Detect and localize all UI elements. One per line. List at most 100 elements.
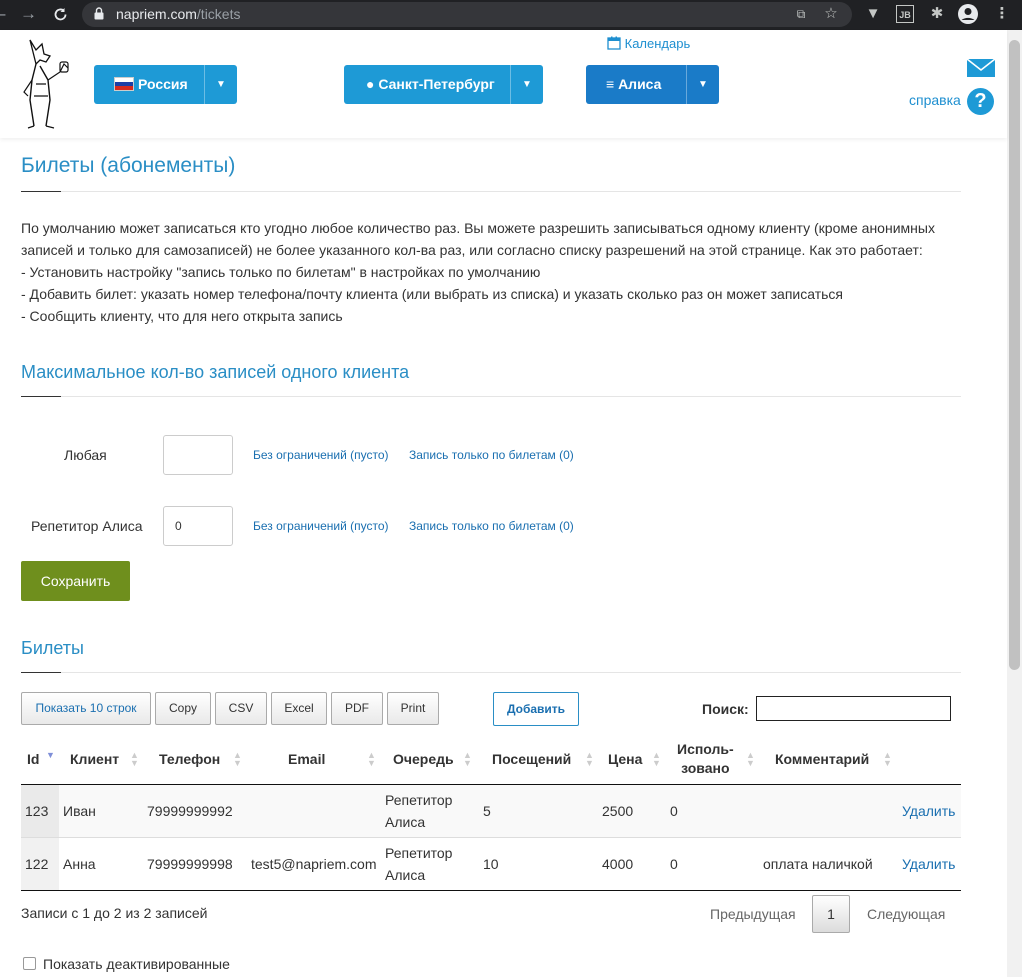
cell-queue: Репетитор Алиса: [385, 792, 453, 830]
address-bar[interactable]: napriem.com/tickets ⧉ ☆: [82, 2, 852, 27]
max-section-title: Максимальное кол-во записей одного клиен…: [21, 362, 410, 382]
column-header-queue[interactable]: Очередь: [393, 750, 454, 769]
cell-phone: 79999999998: [147, 856, 233, 872]
print-button[interactable]: Print: [387, 692, 439, 725]
sort-icon[interactable]: ▲ ▼: [233, 751, 242, 768]
column-header-visits[interactable]: Посещений: [492, 750, 571, 769]
bookmark-star-icon[interactable]: ☆: [822, 5, 840, 23]
limit-input-any[interactable]: [163, 435, 233, 475]
excel-button[interactable]: Excel: [271, 692, 327, 725]
column-header-email[interactable]: Email: [288, 750, 325, 769]
sort-icon[interactable]: ▲ ▼: [367, 751, 376, 768]
add-ticket-button[interactable]: Добавить: [493, 692, 579, 726]
pagination-previous[interactable]: Предыдущая: [710, 906, 796, 922]
profile-avatar-icon[interactable]: [957, 3, 979, 25]
fox-logo[interactable]: [20, 36, 72, 130]
sort-icon[interactable]: ▲ ▼: [746, 751, 755, 768]
cell-client: Иван: [63, 803, 96, 819]
menu-bars-icon: ≡: [606, 76, 615, 92]
search-input[interactable]: [756, 696, 951, 721]
cell-client: Анна: [63, 856, 96, 872]
sort-icon[interactable]: ▲ ▼: [883, 751, 892, 768]
sort-icon[interactable]: ▲ ▼: [130, 751, 139, 768]
chevron-down-icon[interactable]: ▼: [205, 65, 237, 104]
vue-extension-icon[interactable]: ▼: [864, 5, 882, 23]
column-header-client[interactable]: Клиент: [70, 750, 119, 769]
chevron-down-icon[interactable]: ▼: [511, 65, 543, 104]
copy-button[interactable]: Copy: [155, 692, 211, 725]
limit-row-label: Репетитор Алиса: [31, 518, 143, 534]
save-button[interactable]: Сохранить: [21, 561, 130, 601]
cell-used: 0: [670, 803, 678, 819]
delete-link[interactable]: Удалить: [902, 856, 955, 872]
tickets-section-title: Билеты: [21, 638, 84, 658]
user-dropdown[interactable]: ≡ Алиса ▼: [586, 65, 719, 104]
column-header-used[interactable]: Исполь- зовано: [677, 740, 734, 778]
title-divider: [21, 191, 961, 192]
csv-button[interactable]: CSV: [215, 692, 267, 725]
table-info: Записи с 1 до 2 из 2 записей: [21, 905, 208, 921]
pdf-button[interactable]: PDF: [331, 692, 383, 725]
question-icon[interactable]: ?: [967, 88, 994, 115]
cell-price: 4000: [602, 856, 634, 872]
max-section-divider: [21, 396, 961, 397]
cell-price: 2500: [602, 803, 634, 819]
sort-icon[interactable]: ▲ ▼: [585, 751, 594, 768]
show-rows-button[interactable]: Показать 10 строк: [21, 692, 151, 725]
table-bottom-border: [21, 890, 961, 891]
intro-step-3: - Сообщить клиенту, что для него открыта…: [21, 308, 343, 324]
country-dropdown[interactable]: Россия ▼: [94, 65, 237, 104]
help-link[interactable]: справка: [909, 92, 961, 108]
sort-icon[interactable]: ▲ ▼: [463, 751, 472, 768]
sort-icon[interactable]: ▲ ▼: [652, 751, 661, 768]
translate-icon[interactable]: ⧉: [792, 5, 810, 23]
russia-flag-icon: [114, 77, 134, 91]
city-label: Санкт-Петербург: [378, 76, 495, 92]
search-label: Поиск:: [702, 701, 749, 717]
column-header-id[interactable]: Id: [27, 750, 39, 769]
page-scrollbar[interactable]: [1007, 30, 1022, 977]
cell-id: 123: [25, 803, 49, 819]
cell-phone: 79999999992: [147, 803, 233, 819]
jetbrains-extension-icon[interactable]: JB: [896, 5, 914, 23]
scrollbar-thumb[interactable]: [1009, 40, 1020, 670]
intro-paragraph: По умолчанию может записаться кто угодно…: [21, 220, 935, 258]
page-title: Билеты (абонементы): [21, 154, 236, 177]
pagination-page-1[interactable]: 1: [812, 895, 850, 933]
limit-row-label: Любая: [64, 447, 107, 463]
tickets-only-link[interactable]: Запись только по билетам (0): [409, 519, 574, 533]
country-label: Россия: [138, 76, 188, 92]
intro-step-1: - Установить настройку "запись только по…: [21, 264, 541, 280]
city-dropdown[interactable]: ● Санкт-Петербург ▼: [344, 65, 543, 104]
url-text: napriem.com/tickets: [116, 6, 241, 22]
tickets-section-divider: [21, 672, 961, 673]
reload-icon[interactable]: [52, 6, 69, 23]
envelope-icon[interactable]: [966, 58, 996, 78]
column-header-phone[interactable]: Телефон: [159, 750, 220, 769]
show-deactivated-label[interactable]: Показать деактивированные: [43, 956, 230, 972]
calendar-link[interactable]: Календарь: [607, 36, 690, 51]
delete-link[interactable]: Удалить: [902, 803, 955, 819]
show-deactivated-checkbox[interactable]: [23, 957, 36, 970]
unlimited-link[interactable]: Без ограничений (пусто): [253, 519, 389, 533]
forward-icon[interactable]: →: [20, 4, 37, 24]
cell-queue: Репетитор Алиса: [385, 845, 453, 883]
tickets-only-link[interactable]: Запись только по билетам (0): [409, 448, 574, 462]
unlimited-link[interactable]: Без ограничений (пусто): [253, 448, 389, 462]
lock-icon: [94, 7, 104, 20]
column-header-price[interactable]: Цена: [608, 750, 642, 769]
limit-input-alisa[interactable]: 0: [163, 506, 233, 546]
intro-step-2: - Добавить билет: указать номер телефона…: [21, 286, 844, 302]
column-header-comment[interactable]: Комментарий: [775, 750, 869, 769]
extensions-puzzle-icon[interactable]: ✱: [928, 5, 946, 23]
chevron-down-icon[interactable]: ▼: [687, 65, 719, 104]
sort-desc-icon[interactable]: ▼: [46, 751, 55, 760]
cell-id: 122: [25, 856, 49, 872]
user-label: Алиса: [618, 76, 662, 92]
back-icon[interactable]: ‒: [0, 4, 5, 24]
intro-text: По умолчанию может записаться кто угодно…: [21, 217, 951, 327]
browser-toolbar: ‒ → napriem.com/tickets ⧉ ☆ ▼ JB ✱ ⋮: [0, 0, 1022, 30]
pagination-next[interactable]: Следующая: [867, 906, 945, 922]
browser-menu-icon[interactable]: ⋮: [993, 5, 1011, 23]
calendar-icon: [607, 36, 621, 50]
